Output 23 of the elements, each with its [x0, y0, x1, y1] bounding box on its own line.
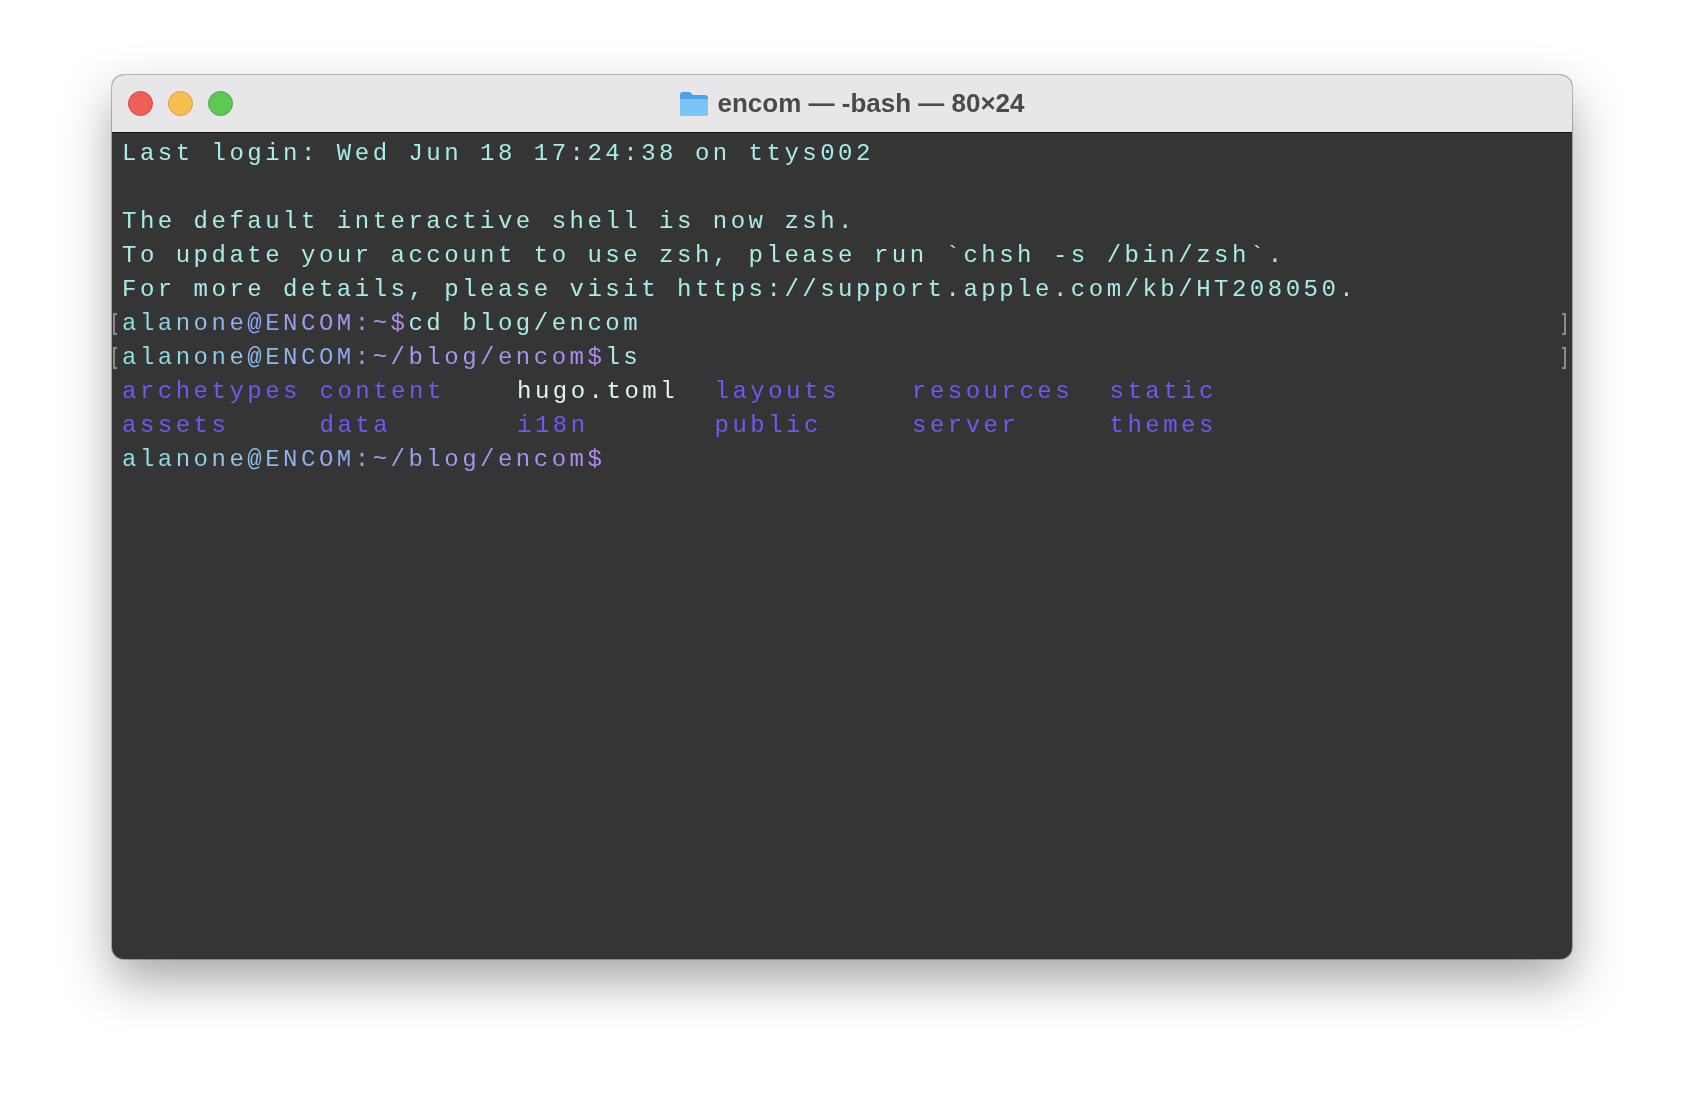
directory-name: layouts: [714, 377, 841, 407]
folder-icon: [679, 90, 710, 117]
directory-name: data: [319, 411, 393, 441]
directory-name: static: [1109, 377, 1218, 407]
directory-name: content: [319, 377, 446, 407]
command-text: ls: [605, 343, 642, 373]
directory-name: assets: [122, 411, 231, 441]
directory-name: i18n: [517, 411, 590, 441]
directory-name: archetypes: [122, 377, 303, 407]
directory-name: themes: [1109, 411, 1218, 441]
output-text: To update your account to use zsh, please run `chsh -s /bin/zsh`.: [122, 241, 1286, 271]
output-text: The default interactive shell is now zsh.: [122, 207, 856, 237]
directory-name: server: [912, 411, 1021, 441]
directory-name: public: [714, 411, 823, 441]
command-text: cd blog/encom: [408, 309, 642, 339]
directory-name: resources: [912, 377, 1075, 407]
window-title: encom — -bash — 80×24: [717, 88, 1025, 119]
output-text: For more details, please visit https://support.apple.com/kb/HT208050.: [122, 275, 1358, 305]
output-text: Last login: Wed Jun 18 17:24:38 on ttys002: [122, 139, 874, 169]
zoom-button[interactable]: [208, 91, 233, 116]
file-name: hugo.toml: [517, 377, 680, 407]
close-button[interactable]: [128, 91, 153, 116]
minimize-button[interactable]: [168, 91, 193, 116]
